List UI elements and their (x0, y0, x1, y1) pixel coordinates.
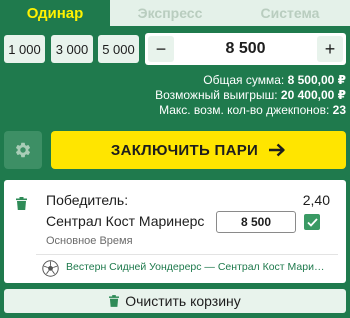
clear-basket-label: Очистить корзину (125, 293, 241, 309)
quick-amount-1000-button[interactable]: 1 000 (4, 35, 45, 63)
market-label: Победитель: (46, 192, 129, 208)
settings-button[interactable] (4, 131, 42, 169)
arrow-right-icon (268, 143, 286, 157)
total-amount-label: Общая сумма: (203, 73, 285, 87)
match-link[interactable]: Вестерн Сидней Уондерерс — Сентрал Кост … (66, 261, 328, 273)
divider (36, 254, 338, 255)
quick-amount-3000-button[interactable]: 3 000 (51, 35, 93, 63)
selection-checkbox[interactable] (304, 214, 320, 230)
place-bet-button[interactable]: ЗАКЛЮЧИТЬ ПАРИ (51, 131, 346, 169)
bet-type-tabs: Одинар Экспресс Система (0, 0, 350, 26)
trash-icon[interactable] (16, 197, 27, 210)
possible-win-row: Возможный выигрыш: 20 400,00 ₽ (6, 88, 346, 103)
tab-system[interactable]: Система (230, 0, 350, 26)
bet-coupon-card: Победитель: 2,40 Сентрал Кост Маринерс 8… (4, 180, 346, 283)
odds-value: 2,40 (302, 192, 330, 208)
increase-stake-button[interactable]: + (317, 36, 343, 62)
possible-win-value: 20 400,00 ₽ (280, 88, 346, 102)
jackpot-row: Макс. возм. кол-во джекпонов: 23 (6, 103, 346, 118)
decrease-stake-button[interactable]: − (148, 36, 174, 62)
jackpot-value: 23 (332, 103, 346, 117)
gear-icon (14, 141, 32, 159)
quick-amount-5000-button[interactable]: 5 000 (98, 35, 139, 63)
tab-express[interactable]: Экспресс (110, 0, 230, 26)
bet-summary: Общая сумма: 8 500,00 ₽ Возможный выигры… (6, 73, 346, 118)
trash-icon (109, 295, 120, 307)
stake-amount-input[interactable]: 8 500 (177, 33, 314, 65)
jackpot-label: Макс. возм. кол-во джекпонов: (159, 103, 330, 117)
stake-stepper: − 8 500 + (145, 33, 346, 65)
clear-basket-button[interactable]: Очистить корзину (4, 289, 346, 313)
possible-win-label: Возможный выигрыш: (155, 88, 278, 102)
tab-single[interactable]: Одинар (0, 0, 110, 26)
total-amount-row: Общая сумма: 8 500,00 ₽ (6, 73, 346, 88)
period-label: Основное Время (46, 235, 133, 247)
total-amount-value: 8 500,00 ₽ (287, 73, 346, 87)
selection-name: Сентрал Кост Маринерс (46, 213, 205, 229)
soccer-ball-icon (42, 260, 59, 277)
coupon-stake-input[interactable]: 8 500 (216, 211, 296, 233)
check-icon (306, 217, 318, 227)
place-bet-label: ЗАКЛЮЧИТЬ ПАРИ (110, 141, 259, 159)
